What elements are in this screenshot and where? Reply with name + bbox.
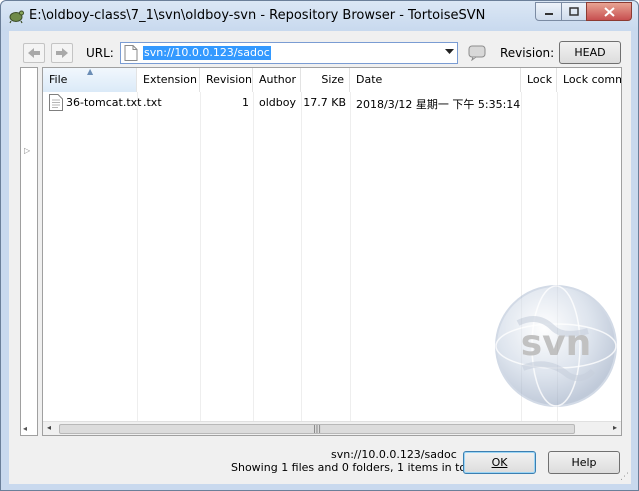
text-file-icon	[49, 94, 63, 111]
column-header-lock[interactable]: Lock	[521, 68, 557, 92]
revision-label: Revision:	[500, 46, 555, 60]
column-divider	[253, 92, 254, 421]
column-header-label: Date	[356, 73, 383, 86]
column-header-revision[interactable]: Revision	[200, 68, 253, 92]
horizontal-scrollbar[interactable]: ◂ ||| ▸	[43, 421, 621, 435]
chevron-down-icon[interactable]	[445, 49, 454, 55]
column-header-extension[interactable]: Extension	[137, 68, 200, 92]
repository-tree-pane[interactable]: ▷ ◂	[20, 67, 38, 436]
cell-extension: .txt	[143, 96, 162, 109]
tree-scroll-left-icon[interactable]: ◂	[23, 424, 27, 433]
arrow-right-icon	[56, 48, 68, 58]
column-header-author[interactable]: Author	[253, 68, 301, 92]
ok-button[interactable]: OK	[463, 451, 536, 474]
sort-ascending-icon: ▲	[87, 67, 94, 76]
cell-file: 36-tomcat.txt	[66, 96, 142, 109]
close-button[interactable]	[586, 2, 632, 21]
column-header-label: Extension	[143, 73, 198, 86]
column-header-lock-comment[interactable]: Lock comme	[557, 68, 621, 92]
column-header-file[interactable]: ▲ File	[43, 68, 137, 92]
column-header-label: File	[49, 73, 68, 86]
cell-revision: 1	[242, 96, 249, 109]
repository-browser-window: E:\oldboy-class\7_1\svn\oldboy-svn - Rep…	[0, 0, 639, 491]
cell-date: 2018/3/12 星期一 下午 5:35:14	[356, 98, 521, 111]
column-header-label: Revision	[206, 73, 252, 86]
column-divider	[301, 92, 302, 421]
url-label: URL:	[86, 46, 114, 60]
maximize-icon	[569, 7, 579, 16]
tree-expand-icon[interactable]: ▷	[24, 146, 30, 155]
url-action-button[interactable]	[466, 43, 488, 63]
column-divider	[350, 92, 351, 421]
status-url: svn://10.0.0.123/sadoc	[331, 448, 457, 461]
title-bar[interactable]: E:\oldboy-class\7_1\svn\oldboy-svn - Rep…	[1, 1, 638, 31]
minimize-icon	[544, 12, 553, 15]
tortoisesvn-icon	[9, 10, 24, 24]
column-header-label: Lock	[527, 73, 553, 86]
document-icon	[124, 45, 138, 61]
window-title: E:\oldboy-class\7_1\svn\oldboy-svn - Rep…	[29, 8, 486, 23]
file-list[interactable]: ▲ File Extension Revision Author Size Da…	[42, 67, 622, 436]
column-header-label: Author	[259, 73, 297, 86]
back-button[interactable]	[23, 43, 45, 63]
ok-button-label: OK	[491, 456, 508, 469]
column-divider	[137, 92, 138, 421]
speech-bubble-icon	[468, 45, 486, 61]
resize-grip-icon[interactable]: ⋰	[620, 472, 629, 482]
column-divider	[200, 92, 201, 421]
close-icon	[603, 6, 615, 17]
column-header-label: Lock comme	[563, 73, 621, 86]
column-header-label: Size	[321, 73, 344, 86]
scrollbar-thumb[interactable]: |||	[59, 424, 575, 434]
scroll-right-icon[interactable]: ▸	[613, 423, 617, 432]
cell-author: oldboy	[259, 96, 296, 109]
scroll-left-icon[interactable]: ◂	[47, 423, 51, 432]
revision-head-button[interactable]: HEAD	[559, 41, 621, 64]
arrow-left-icon	[28, 48, 40, 58]
maximize-button[interactable]	[561, 2, 587, 21]
status-summary: Showing 1 files and 0 folders, 1 items i…	[231, 461, 481, 474]
svn-globe-logo: svn	[495, 285, 617, 407]
client-area: URL: svn://10.0.0.123/sadoc Revision: HE…	[9, 31, 631, 484]
help-button[interactable]: Help	[548, 451, 620, 474]
url-input[interactable]: svn://10.0.0.123/sadoc	[143, 46, 271, 60]
forward-button[interactable]	[51, 43, 73, 63]
column-header-date[interactable]: Date	[350, 68, 521, 92]
column-header-size[interactable]: Size	[301, 68, 350, 92]
watermark-text: svn	[521, 323, 592, 364]
url-combobox[interactable]: svn://10.0.0.123/sadoc	[120, 42, 458, 64]
minimize-button[interactable]	[535, 2, 562, 21]
cell-size: 17.7 KB	[303, 96, 346, 109]
